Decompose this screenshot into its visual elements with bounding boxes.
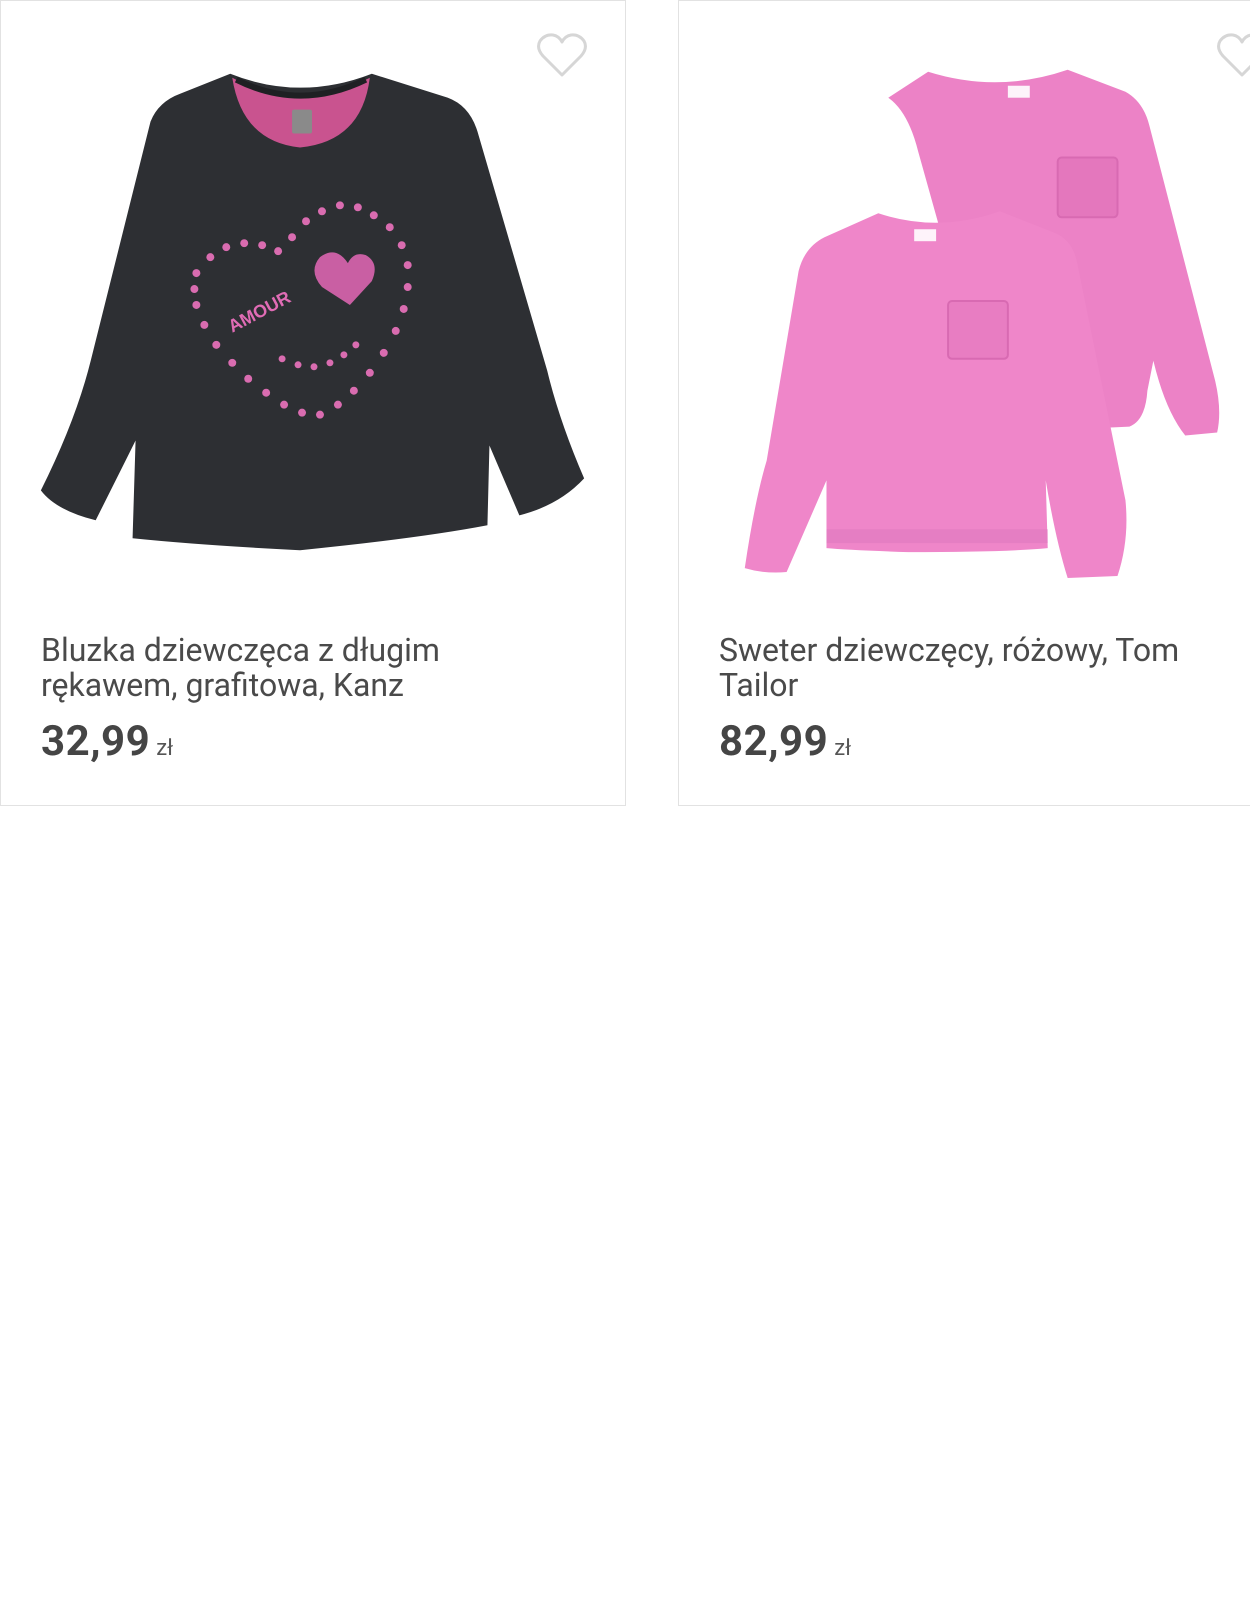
favorite-heart-icon[interactable] [536,31,588,79]
price-value: 82,99 [719,717,829,766]
product-price: 82,99 zł [719,717,851,766]
product-title[interactable]: Bluzka dziewczęca z długim rękawem, graf… [41,633,581,703]
product-image[interactable] [679,1,1250,601]
heart-outline-icon [537,33,587,77]
product-image[interactable]: AMOUR [1,1,625,601]
product-card[interactable]: Sweter dziewczęcy, różowy, Tom Tailor 82… [678,0,1250,806]
price-currency: zł [156,736,174,761]
product-title[interactable]: Sweter dziewczęcy, różowy, Tom Tailor [719,633,1250,703]
heart-outline-icon [1217,33,1250,77]
favorite-heart-icon[interactable] [1216,31,1250,79]
price-value: 32,99 [41,717,151,766]
product-price: 32,99 zł [41,717,173,766]
product-card[interactable]: AMOUR Bluzka dziewczęca z długim rękawem… [0,0,626,806]
product-grid: AMOUR Bluzka dziewczęca z długim rękawem… [0,0,1250,1610]
price-currency: zł [834,736,852,761]
